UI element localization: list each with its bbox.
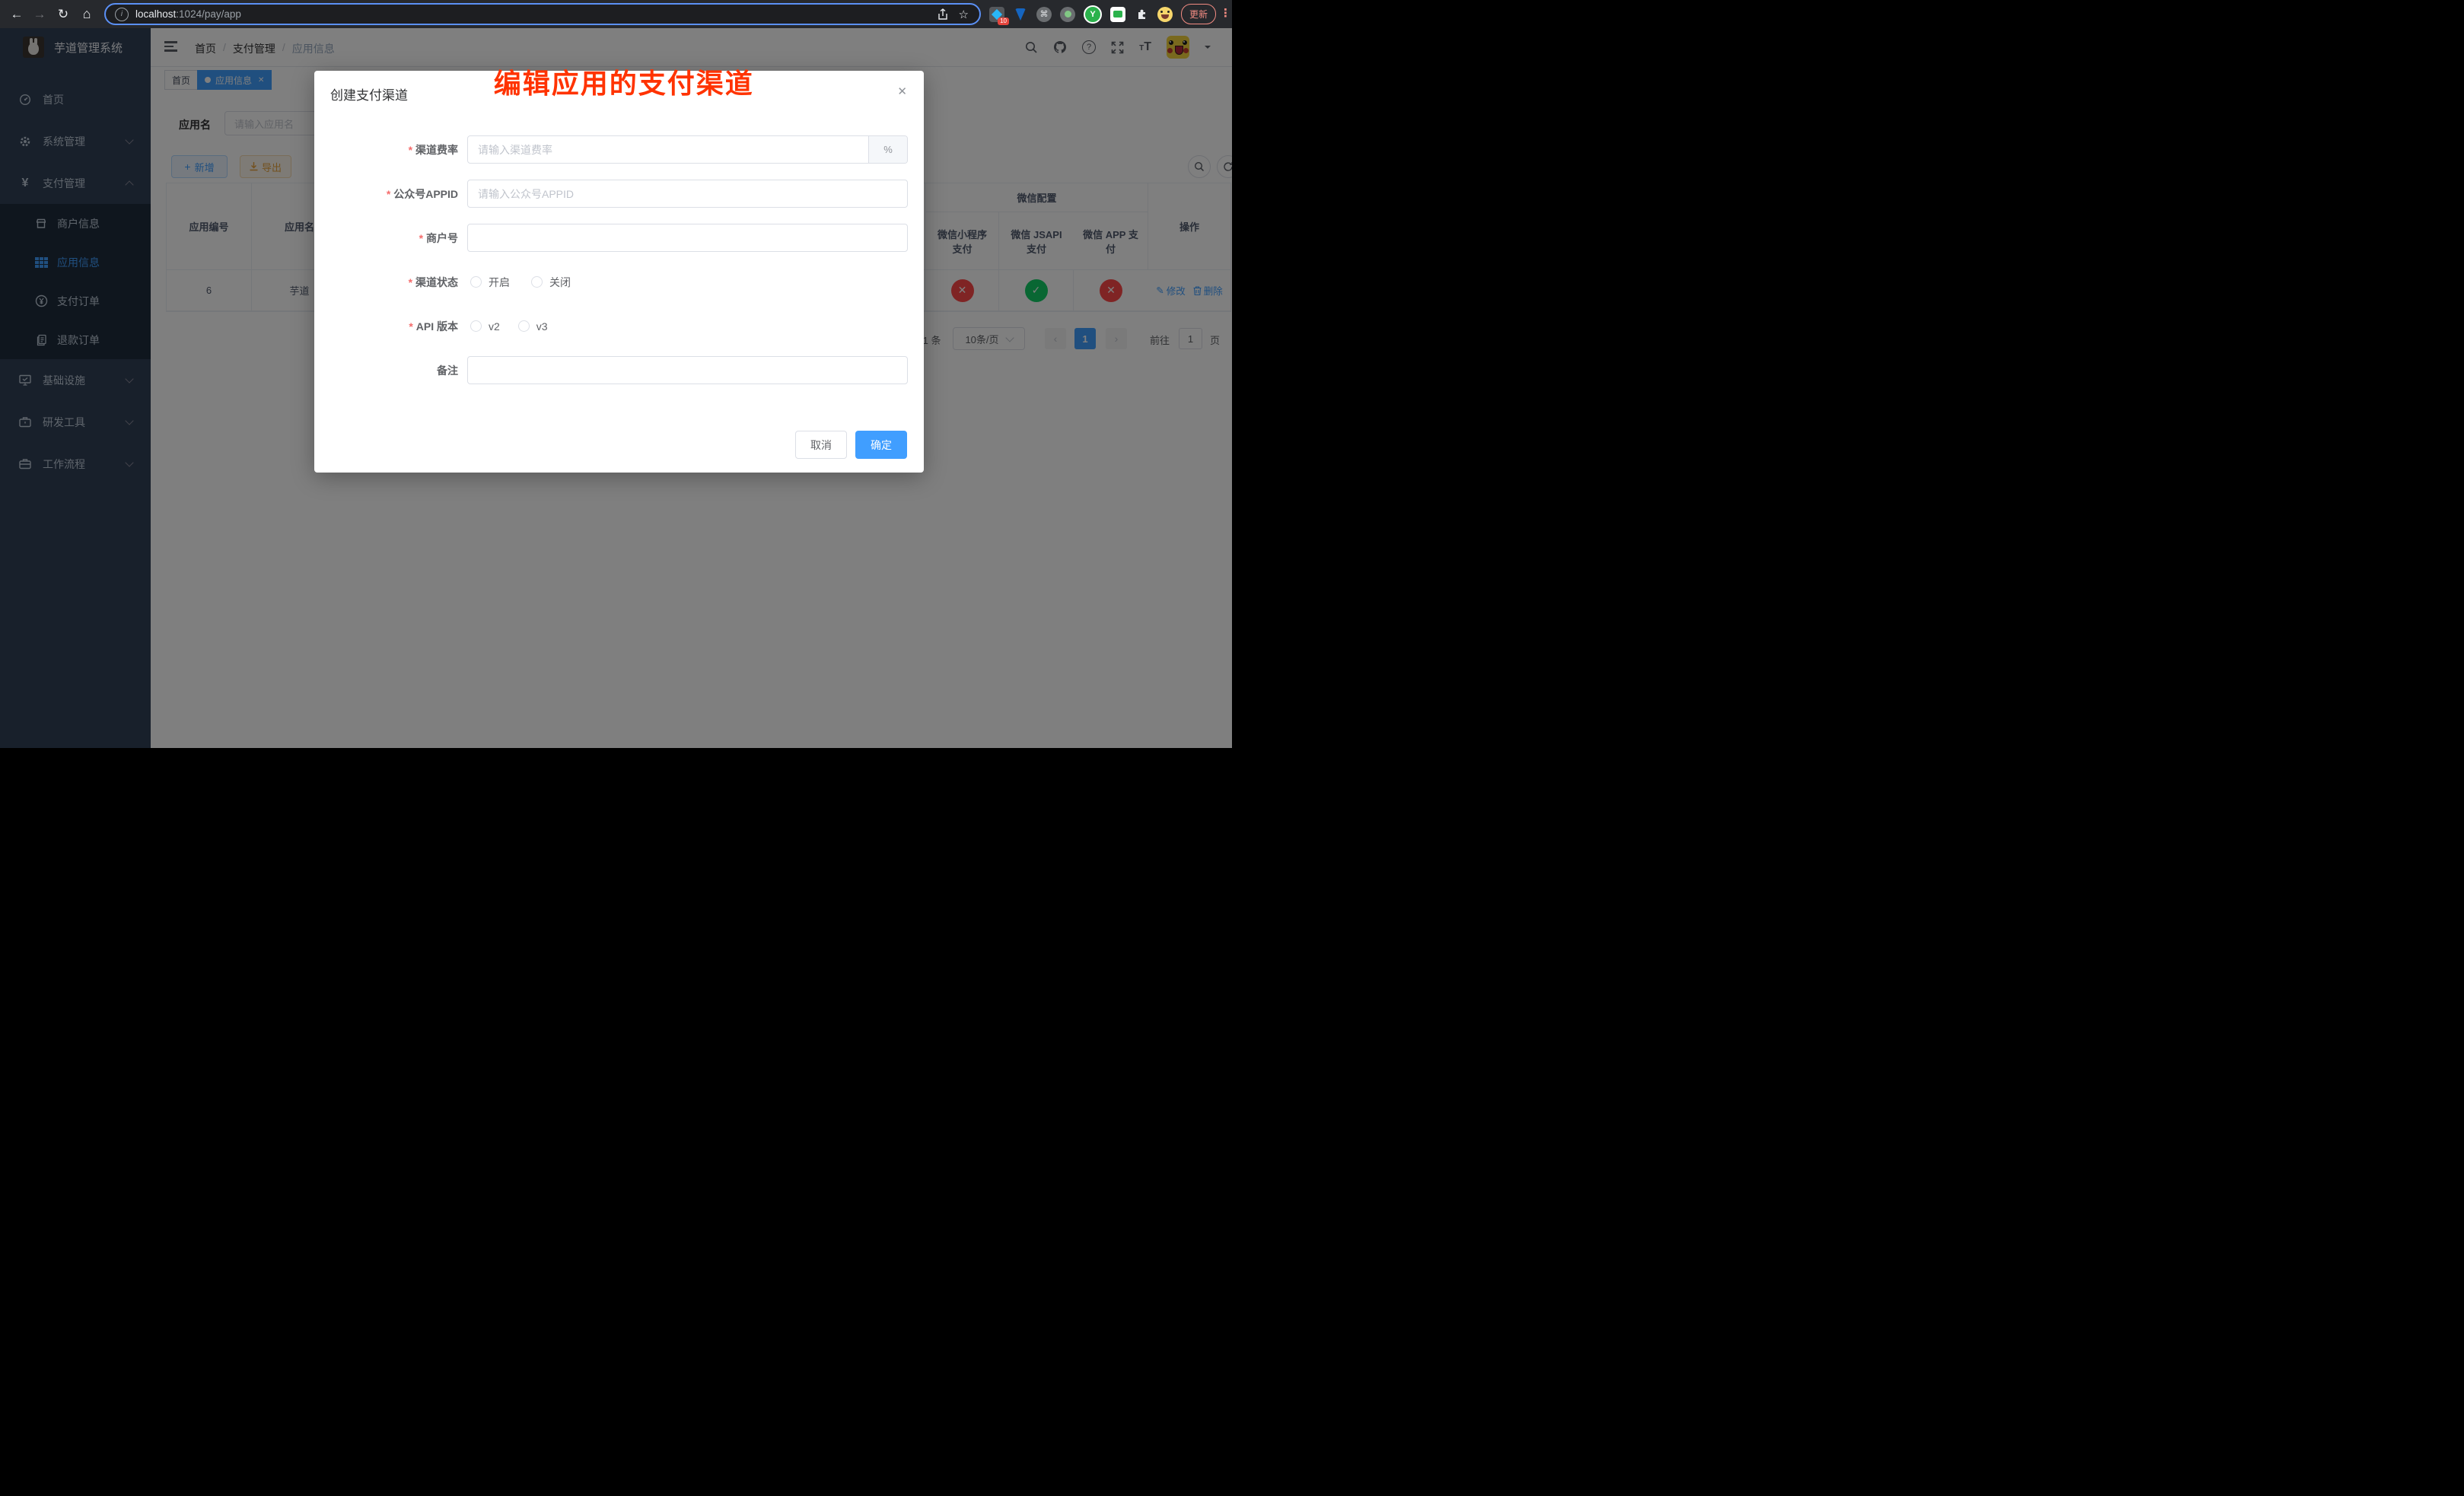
form-row-status: 渠道状态 开启 关闭 [314, 268, 924, 296]
form-row-rate: 渠道费率 请输入渠道费率 % [314, 135, 924, 164]
appid-label: 公众号APPID [329, 186, 458, 202]
url-text: localhost:1024/pay/app [135, 8, 241, 20]
api-v3-label: v3 [536, 320, 548, 333]
mch-input[interactable] [467, 224, 908, 252]
create-pay-channel-dialog: 创建支付渠道 ✕ 渠道费率 请输入渠道费率 % 公众号APPID 请输入公众号A… [314, 71, 924, 473]
browser-forward-icon[interactable]: → [29, 0, 50, 28]
status-label: 渠道状态 [329, 275, 458, 290]
radio-circle-icon [470, 320, 482, 332]
api-v2-label: v2 [489, 320, 500, 333]
extension-kite-icon[interactable] [1013, 7, 1028, 22]
extension-diamond-icon[interactable]: 10 [989, 7, 1004, 22]
form-row-remark: 备注 [314, 356, 924, 384]
appid-placeholder: 请输入公众号APPID [468, 186, 574, 202]
extension-dot-icon[interactable] [1060, 7, 1075, 22]
extensions-puzzle-icon[interactable] [1134, 7, 1149, 22]
screen: ← → ↻ ⌂ i localhost:1024/pay/app ☆ 10 ⌘ … [0, 0, 1232, 748]
extension-y-icon[interactable]: Y [1084, 5, 1102, 24]
dialog-close-icon[interactable]: ✕ [897, 84, 907, 98]
profile-avatar-icon[interactable] [1157, 7, 1173, 22]
bookmark-star-icon[interactable]: ☆ [959, 8, 969, 21]
rate-placeholder: 请输入渠道费率 [468, 142, 552, 158]
mch-label: 商户号 [329, 231, 458, 246]
form-row-mch: 商户号 [314, 224, 924, 252]
radio-circle-icon [518, 320, 530, 332]
rate-input[interactable]: 请输入渠道费率 % [467, 135, 908, 164]
browser-chrome: ← → ↻ ⌂ i localhost:1024/pay/app ☆ 10 ⌘ … [0, 0, 1232, 28]
browser-reload-icon[interactable]: ↻ [53, 0, 74, 28]
api-version-label: API 版本 [329, 319, 458, 334]
cancel-button[interactable]: 取消 [795, 431, 847, 459]
remark-label: 备注 [329, 363, 458, 378]
url-bar[interactable]: i localhost:1024/pay/app ☆ [104, 3, 981, 25]
api-v3-radio[interactable]: v3 [518, 320, 548, 333]
api-v2-radio[interactable]: v2 [470, 320, 500, 333]
radio-circle-icon [531, 276, 543, 288]
status-on-label: 开启 [489, 275, 510, 290]
appid-input[interactable]: 请输入公众号APPID [467, 180, 908, 208]
rate-append-percent: % [868, 136, 907, 163]
status-off-radio[interactable]: 关闭 [531, 275, 571, 290]
browser-menu-icon[interactable]: ⋮ [1220, 6, 1231, 20]
remark-input[interactable] [467, 356, 908, 384]
app-root: 芋道管理系统 首页 系统管理 ¥ 支付管理 [0, 28, 1232, 748]
site-info-icon[interactable]: i [115, 8, 129, 21]
status-off-label: 关闭 [549, 275, 571, 290]
extension-command-icon[interactable]: ⌘ [1036, 7, 1052, 22]
radio-circle-icon [470, 276, 482, 288]
confirm-button[interactable]: 确定 [855, 431, 907, 459]
extension-badge: 10 [998, 18, 1009, 25]
dialog-title: 创建支付渠道 [330, 84, 408, 103]
extension-chat-icon[interactable] [1110, 7, 1125, 22]
status-on-radio[interactable]: 开启 [470, 275, 510, 290]
share-icon[interactable] [938, 8, 948, 21]
red-annotation-text: 编辑应用的支付渠道 [494, 62, 754, 101]
rate-label: 渠道费率 [329, 142, 458, 158]
extensions-row: 10 ⌘ Y [989, 0, 1173, 28]
browser-back-icon[interactable]: ← [6, 0, 27, 28]
browser-home-icon[interactable]: ⌂ [76, 0, 97, 28]
form-row-api: API 版本 v2 v3 [314, 312, 924, 340]
browser-update-button[interactable]: 更新 [1181, 4, 1216, 24]
form-row-appid: 公众号APPID 请输入公众号APPID [314, 180, 924, 208]
